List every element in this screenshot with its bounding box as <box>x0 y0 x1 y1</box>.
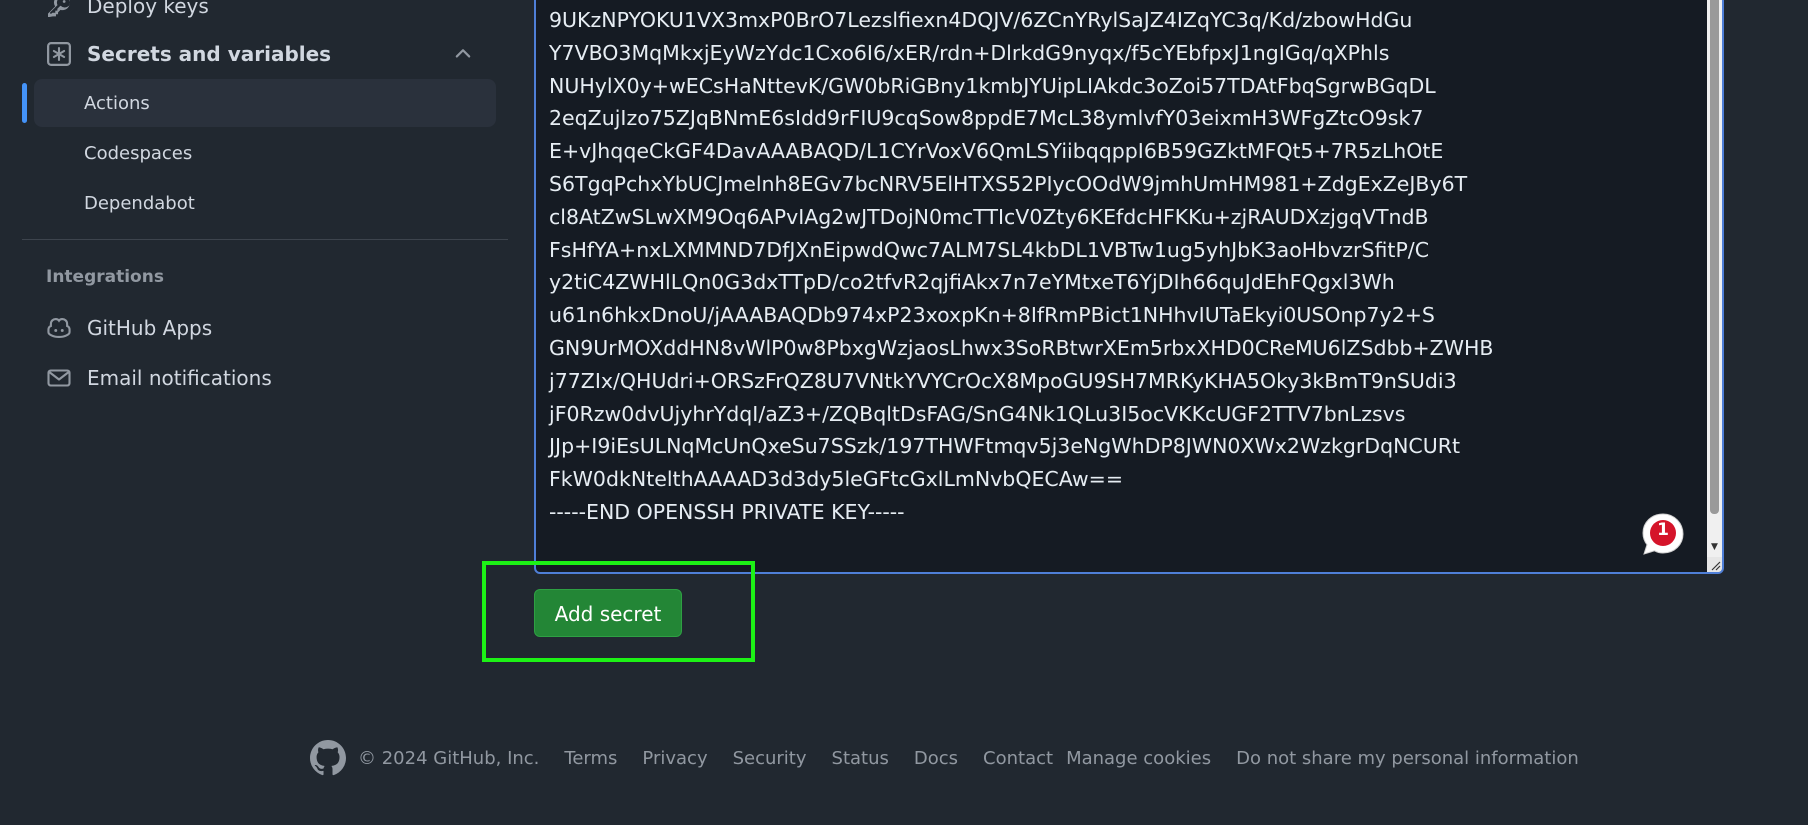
secret-value-line: y2tiC4ZWHlLQn0G3dxTTpD/co2tfvR2qjfiAkx7n… <box>549 270 1395 295</box>
secret-value-line: j77ZIx/QHUdri+ORSzFrQZ8U7VNtkYVYCrOcX8Mp… <box>549 368 1457 393</box>
secret-value-line: S6TgqPchxYbUCJmelnh8EGv7bcNRV5ElHTXS52PI… <box>549 171 1468 196</box>
footer-copyright: © 2024 GitHub, Inc. <box>358 747 540 769</box>
sidebar-subitem-label: Dependabot <box>84 192 195 214</box>
sidebar-item-github-apps[interactable]: GitHub Apps <box>22 310 498 346</box>
secret-value-line: 9UKzNPYOKU1VX3mxP0BrO7Lezslfiexn4DQJV/6Z… <box>549 8 1413 32</box>
footer-link-manage-cookies[interactable]: Manage cookies <box>1066 748 1211 769</box>
page-footer: © 2024 GitHub, Inc. Terms Privacy Securi… <box>310 740 1604 776</box>
integrations-heading: Integrations <box>46 267 164 287</box>
sidebar-subitem-label: Codespaces <box>84 142 193 164</box>
sidebar-item-deploy-keys[interactable]: Deploy keys <box>22 0 498 24</box>
footer-link-contact[interactable]: Contact <box>983 748 1053 769</box>
resize-handle-icon[interactable] <box>1707 557 1722 572</box>
secret-value-line: GN9UrMOXddHN8vWlP0w8PbxgWzjaosLhwx3SoRBt… <box>549 335 1494 360</box>
sidebar-subitem-dependabot[interactable]: Dependabot <box>34 179 496 227</box>
sidebar-item-secrets-and-variables[interactable]: Secrets and variables <box>22 36 498 72</box>
active-item-indicator <box>22 83 27 123</box>
secret-value-textarea[interactable]: 9UKzNPYOKU1VX3mxP0BrO7Lezslfiexn4DQJV/6Z… <box>534 0 1724 574</box>
footer-link-do-not-share[interactable]: Do not share my personal information <box>1236 748 1579 769</box>
footer-link-security[interactable]: Security <box>733 748 807 769</box>
sidebar-subitem-actions[interactable]: Actions <box>34 79 496 127</box>
sidebar-item-label: Email notifications <box>87 366 272 390</box>
textarea-scrollbar[interactable]: ▼ <box>1707 0 1722 572</box>
sidebar-divider <box>22 239 508 240</box>
sidebar-subitem-codespaces[interactable]: Codespaces <box>34 129 496 177</box>
footer-link-privacy[interactable]: Privacy <box>642 748 707 769</box>
scroll-down-arrow-icon[interactable]: ▼ <box>1709 542 1720 552</box>
mail-icon <box>45 364 73 392</box>
sidebar-item-label: Deploy keys <box>87 0 209 18</box>
notification-count: 1 <box>1657 520 1669 540</box>
footer-link-docs[interactable]: Docs <box>914 748 958 769</box>
secret-value-line: E+vJhqqeCkGF4DavAAABAQD/L1CYrVoxV6QmLSYi… <box>549 139 1444 164</box>
secret-value-line: FkW0dkNtelthAAAAD3d3dy5leGFtcGxlLmNvbQEC… <box>549 467 1124 492</box>
key-icon <box>45 0 73 20</box>
footer-link-status[interactable]: Status <box>832 748 889 769</box>
secret-value-line: u61n6hkxDnoU/jAAABAQDb974xP23xoxpKn+8IfR… <box>549 303 1435 328</box>
secret-value-line: NUHylX0y+wECsHaNttevK/GW0bRiGBny1kmbJYUi… <box>549 73 1436 98</box>
asterisk-box-icon <box>45 40 73 68</box>
add-secret-button[interactable]: Add secret <box>534 589 682 637</box>
github-logo-icon[interactable] <box>310 740 346 776</box>
secret-value-line: Y7VBO3MqMkxjEyWzYdc1Cxo6I6/xER/rdn+Dlrkd… <box>549 40 1390 65</box>
chevron-up-icon[interactable] <box>452 42 474 69</box>
notification-badge[interactable]: 1 <box>1640 511 1686 557</box>
secret-value-line: -----END OPENSSH PRIVATE KEY----- <box>549 499 905 524</box>
secret-value-line: JJp+I9iEsULNqMcUnQxeSu7SSzk/197THWFtmqv5… <box>549 434 1461 459</box>
copilot-icon <box>45 314 73 342</box>
sidebar-subitem-label: Actions <box>84 92 150 114</box>
secret-value-text: 9UKzNPYOKU1VX3mxP0BrO7Lezslfiexn4DQJV/6Z… <box>549 4 1493 529</box>
secret-value-line: FsHfYA+nxLXMMND7DfJXnEipwdQwc7ALM7SL4kbD… <box>549 237 1430 262</box>
sidebar-item-email-notifications[interactable]: Email notifications <box>22 360 498 396</box>
sidebar-item-label: GitHub Apps <box>87 316 213 340</box>
sidebar-item-label: Secrets and variables <box>87 42 332 66</box>
footer-link-terms[interactable]: Terms <box>564 748 617 769</box>
secret-value-line: cl8AtZwSLwXM9Oq6APvIAg2wJTDojN0mcTTIcV0Z… <box>549 204 1429 229</box>
secret-value-line: 2eqZujIzo75ZJqBNmE6sIdd9rFIU9cqSow8ppdE7… <box>549 106 1424 131</box>
secret-value-line: jF0Rzw0dvUjyhrYdqI/aZ3+/ZQBqltDsFAG/SnG4… <box>549 401 1406 426</box>
scrollbar-thumb[interactable] <box>1710 0 1719 514</box>
